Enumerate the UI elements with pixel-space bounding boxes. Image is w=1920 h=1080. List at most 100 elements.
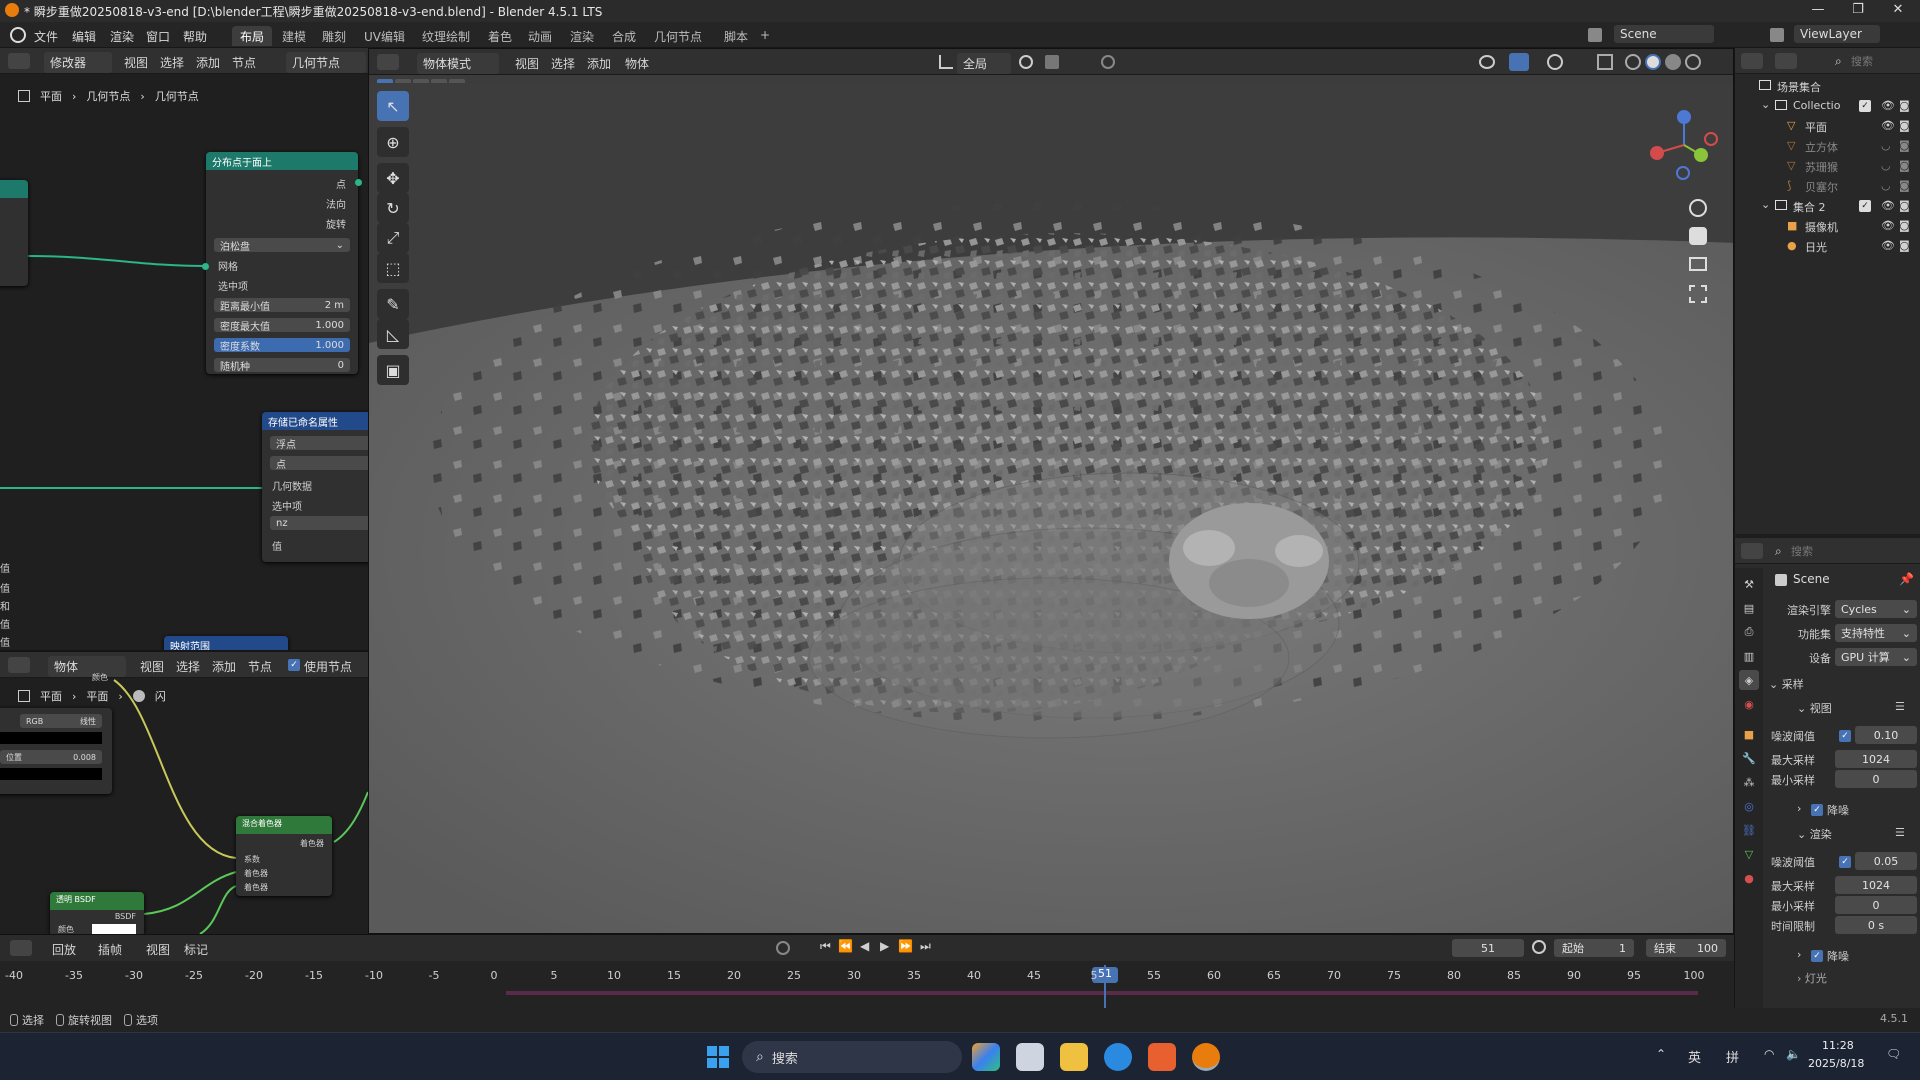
menu-select[interactable]: 选择 — [551, 55, 575, 72]
browser-icon[interactable] — [1104, 1043, 1132, 1071]
eye-icon[interactable]: 👁 — [1881, 119, 1895, 132]
outliner[interactable]: ⌕ 搜索 场景集合 ⌄ Collectio ✓ 👁 ◙ ▽ 平面 👁 ◙ ▽ 立… — [1734, 48, 1920, 534]
material-tab-icon[interactable]: ● — [1739, 868, 1759, 888]
tab-rendering[interactable]: 渲染 — [562, 26, 602, 46]
partial-node[interactable] — [0, 180, 28, 286]
houdini-icon[interactable] — [1148, 1043, 1176, 1071]
snap-icon[interactable] — [1045, 55, 1059, 69]
pin-icon[interactable]: 📌 — [1899, 572, 1914, 586]
camera-icon[interactable]: ◙ — [1899, 199, 1910, 212]
tab-texture-paint[interactable]: 纹理绘制 — [414, 26, 478, 46]
position-field[interactable]: 位置 0.008 — [0, 750, 102, 764]
outliner-item[interactable]: ■ 摄像机 👁 ◙ — [1735, 216, 1920, 236]
particles-tab-icon[interactable]: ⁂ — [1739, 772, 1759, 792]
geometry-node-editor[interactable]: 修改器 视图 选择 添加 节点 几何节点 平面 › 几何节点 › 几何节点 分布… — [0, 48, 368, 650]
add-cube-tool[interactable]: ▣ — [377, 355, 409, 385]
rotate-tool[interactable]: ↻ — [377, 193, 409, 223]
object-mode-dropdown[interactable]: 物体模式 — [417, 53, 499, 74]
copilot-icon[interactable] — [972, 1043, 1000, 1071]
modifier-tab-icon[interactable]: 🔧 — [1739, 748, 1759, 768]
shading-material-icon[interactable] — [1665, 54, 1681, 70]
camera-icon[interactable]: ◙ — [1899, 219, 1910, 232]
distribute-points-node[interactable]: 分布点于面上 点 法向 旋转 泊松盘 ⌄ 网格 选中项 距离最小值 2 m 密度最大… — [206, 152, 358, 374]
scene-tab-icon[interactable]: ◈ — [1739, 670, 1759, 690]
shader-editor[interactable]: 物体 视图 选择 添加 节点 ✓ 使用节点 平面 › 平面 › 闪 RGB 线性 … — [0, 650, 368, 934]
viewport-scene[interactable] — [369, 83, 1734, 934]
attribute-name-field[interactable]: nz — [270, 516, 368, 530]
noise-threshold-field[interactable]: 0.10 — [1855, 726, 1917, 744]
noise-threshold-field[interactable]: 0.05 — [1855, 852, 1917, 870]
file-explorer-icon[interactable] — [1060, 1043, 1088, 1071]
measure-tool[interactable]: ◺ — [377, 319, 409, 349]
close-button[interactable]: ✕ — [1878, 2, 1918, 17]
eye-icon[interactable]: 👁 — [1881, 99, 1895, 112]
outliner-item[interactable]: ● 日光 👁 ◙ — [1735, 236, 1920, 256]
display-mode-icon[interactable] — [1775, 53, 1797, 69]
render-engine-dropdown[interactable]: Cycles ⌄ — [1835, 600, 1917, 618]
menu-playback[interactable]: 回放 — [52, 941, 76, 958]
end-frame-field[interactable]: 结束 100 — [1646, 939, 1726, 957]
tab-compositing[interactable]: 合成 — [604, 26, 644, 46]
camera-view-icon[interactable] — [1689, 257, 1707, 271]
clock-date[interactable]: 2025/8/18 — [1808, 1057, 1864, 1070]
task-view-icon[interactable] — [1016, 1043, 1044, 1071]
color-ramp-node[interactable]: RGB 线性 位置 0.008 — [0, 708, 112, 794]
distance-min-field[interactable]: 距离最小值 2 m — [214, 298, 350, 313]
data-type-dropdown[interactable]: 浮点 — [270, 436, 368, 451]
input-method[interactable]: 拼 — [1726, 1047, 1739, 1066]
editor-type-icon[interactable] — [1741, 543, 1763, 559]
properties-search-input[interactable]: 搜索 — [1791, 543, 1911, 559]
input-lang[interactable]: 英 — [1688, 1047, 1701, 1066]
cursor-tool[interactable]: ⊕ — [377, 127, 409, 157]
data-tab-icon[interactable]: ▽ — [1739, 844, 1759, 864]
outliner-item[interactable]: ▽ 苏珊猴 ◡ ◙ — [1735, 156, 1920, 176]
start-frame-field[interactable]: 起始 1 — [1554, 939, 1634, 957]
add-workspace-button[interactable]: + — [752, 26, 778, 46]
preset-icon[interactable]: ☰ — [1895, 826, 1905, 839]
eye-icon[interactable]: 👁 — [1881, 199, 1895, 212]
max-samples-field[interactable]: 1024 — [1835, 750, 1917, 768]
outliner-item[interactable]: ⟆ 贝塞尔 ◡ ◙ — [1735, 176, 1920, 196]
viewport-subpanel-header[interactable]: ⌄ 视图 — [1797, 700, 1832, 716]
proportional-edit-icon[interactable] — [1101, 55, 1115, 69]
feature-set-dropdown[interactable]: 支持特性 ⌄ — [1835, 624, 1917, 642]
socket[interactable] — [355, 179, 362, 186]
play-reverse-icon[interactable]: ◀ — [860, 939, 869, 953]
tab-layout[interactable]: 布局 — [232, 26, 273, 46]
gizmo-toggle-icon[interactable] — [1509, 53, 1529, 71]
distribute-method-dropdown[interactable]: 泊松盘 ⌄ — [214, 238, 350, 253]
constraints-tab-icon[interactable]: ⛓ — [1739, 820, 1759, 840]
menu-object[interactable]: 物体 — [625, 55, 649, 72]
zoom-icon[interactable] — [1689, 199, 1707, 217]
sampling-panel-header[interactable]: ⌄ 采样 — [1769, 676, 1804, 692]
notification-icon[interactable]: 🗨 — [1886, 1047, 1901, 1061]
navigation-gizmo[interactable] — [1649, 109, 1719, 181]
prev-keyframe-icon[interactable]: ⏪ — [838, 939, 853, 953]
camera-icon[interactable]: ◙ — [1899, 159, 1910, 172]
windows-start-icon[interactable] — [704, 1043, 732, 1071]
maximize-button[interactable]: ❐ — [1838, 2, 1878, 17]
menu-marker[interactable]: 标记 — [184, 941, 208, 958]
annotate-tool[interactable]: ✎ — [377, 289, 409, 319]
jump-start-icon[interactable]: ⏮ — [820, 939, 831, 954]
camera-icon[interactable]: ◙ — [1899, 179, 1910, 192]
time-limit-field[interactable]: 0 s — [1835, 916, 1917, 934]
current-frame-field[interactable]: 51 — [1452, 939, 1524, 957]
transform-orientation-dropdown[interactable]: 全局 — [957, 53, 1011, 74]
color-ramp-bar[interactable] — [0, 732, 102, 744]
view-layer-selector[interactable]: ViewLayer — [1794, 25, 1880, 43]
transform-tool[interactable]: ⬚ — [377, 253, 409, 283]
clock-time[interactable]: 11:28 — [1822, 1039, 1854, 1052]
editor-type-icon[interactable] — [377, 54, 399, 70]
noise-threshold-checkbox[interactable]: ✓ — [1839, 856, 1851, 868]
taskbar-search[interactable]: ⌕ 搜索 — [742, 1041, 962, 1073]
exclude-checkbox[interactable]: ✓ — [1859, 100, 1871, 112]
volume-icon[interactable]: 🔈 — [1786, 1047, 1801, 1061]
preset-icon[interactable]: ☰ — [1895, 700, 1905, 713]
camera-icon[interactable]: ◙ — [1899, 119, 1910, 132]
tray-chevron-icon[interactable]: ⌃ — [1656, 1047, 1666, 1061]
exclude-checkbox[interactable]: ✓ — [1859, 200, 1871, 212]
menu-keying[interactable]: 插帧 — [98, 941, 122, 958]
camera-icon[interactable]: ◙ — [1899, 99, 1910, 112]
tab-modeling[interactable]: 建模 — [274, 26, 314, 46]
